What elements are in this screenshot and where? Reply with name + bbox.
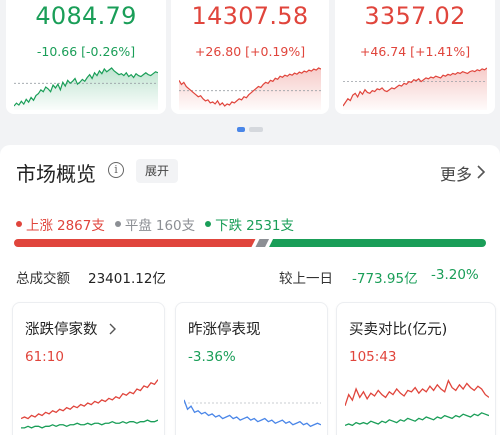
pager-dot[interactable] xyxy=(249,127,263,132)
performance-line xyxy=(184,399,321,428)
limit-count-card[interactable]: 涨跌停家数 61:10 xyxy=(12,302,165,435)
turnover-label: 总成交额 xyxy=(16,271,70,287)
card-value: 61:10 xyxy=(25,349,64,365)
index-card-1[interactable]: 4084.79 -10.66 [-0.26%] xyxy=(6,0,166,114)
sparkline-area xyxy=(179,68,321,110)
card-title-text: 涨跌停家数 xyxy=(25,322,98,338)
card-title: 涨跌停家数 xyxy=(25,318,118,339)
index-change: +26.80 [+0.19%] xyxy=(194,44,306,59)
sparkline-area xyxy=(343,68,487,110)
buy-sell-card[interactable]: 买卖对比(亿元) 105:43 xyxy=(336,302,496,435)
card-value: 105:43 xyxy=(349,349,397,365)
limit-up-line xyxy=(21,379,158,420)
down-label: 下跌 xyxy=(215,218,243,234)
legend-flat: 平盘 160支 xyxy=(114,214,196,234)
index-value: 3357.02 xyxy=(364,2,466,30)
compare-pct: -3.20% xyxy=(431,267,479,283)
flat-label: 平盘 xyxy=(124,218,152,234)
sell-line xyxy=(345,412,489,427)
panel-title: 市场概览 xyxy=(16,162,96,186)
index-value: 14307.58 xyxy=(191,2,309,30)
compare-value: -773.95亿 xyxy=(352,271,418,287)
index-sparkline xyxy=(14,67,158,110)
breadth-legend: 上涨 2867支 平盘 160支 下跌 2531支 xyxy=(16,214,294,234)
green-dot-icon xyxy=(205,221,212,227)
legend-up: 上涨 2867支 xyxy=(16,214,105,234)
turnover-value: 23401.12亿 xyxy=(88,271,166,287)
buy-sell-chart xyxy=(345,378,489,427)
yesterday-limit-card[interactable]: 昨涨停表现 -3.36% xyxy=(175,302,328,435)
expand-button[interactable]: 展开 xyxy=(136,159,178,183)
gray-dot-icon xyxy=(114,221,121,227)
up-segment xyxy=(14,239,256,247)
flat-segment xyxy=(255,239,270,247)
down-segment xyxy=(269,239,486,247)
down-count: 2531支 xyxy=(246,218,294,234)
yesterday-limit-chart xyxy=(184,399,321,428)
compare-label: 较上一日 xyxy=(279,271,333,287)
index-change: -10.66 [-0.26%] xyxy=(36,44,136,59)
buy-line xyxy=(345,378,489,407)
carousel-pager[interactable] xyxy=(237,127,263,132)
up-label: 上涨 xyxy=(26,218,53,234)
index-card-2[interactable]: 14307.58 +26.80 [+0.19%] xyxy=(171,0,329,114)
index-value: 4084.79 xyxy=(35,2,137,30)
pager-dot-active[interactable] xyxy=(237,127,245,132)
card-value: -3.36% xyxy=(188,349,236,365)
index-card-3[interactable]: 3357.02 +46.74 [+1.41%] xyxy=(335,0,495,114)
chevron-right-icon xyxy=(109,323,117,335)
chevron-right-icon[interactable] xyxy=(476,165,486,179)
card-title: 买卖对比(亿元) xyxy=(349,322,448,338)
limit-down-line xyxy=(21,419,158,429)
limit-count-chart xyxy=(21,379,158,429)
info-icon[interactable]: i xyxy=(108,162,124,178)
red-dot-icon xyxy=(16,221,22,227)
legend-down: 下跌 2531支 xyxy=(205,214,294,234)
up-count: 2867支 xyxy=(57,218,105,234)
breadth-distribution-bar xyxy=(14,239,486,247)
more-link[interactable]: 更多 xyxy=(440,161,472,185)
index-change: +46.74 [+1.41%] xyxy=(359,44,471,59)
card-title: 昨涨停表现 xyxy=(188,322,261,338)
flat-count: 160支 xyxy=(155,218,196,234)
index-sparkline xyxy=(343,67,487,110)
index-sparkline xyxy=(179,67,321,110)
